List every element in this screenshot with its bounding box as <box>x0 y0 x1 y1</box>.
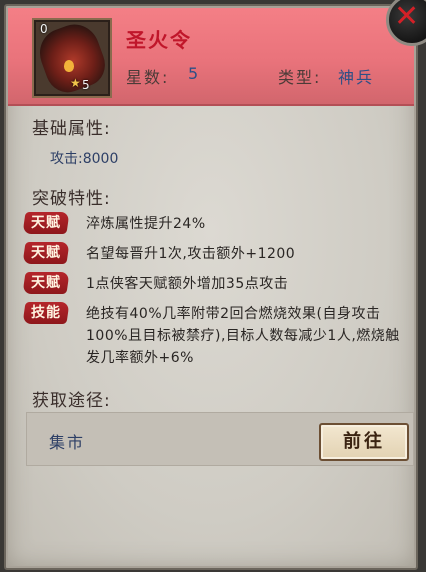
trait-text: 1点侠客天赋额外增加35点攻击 <box>86 276 289 292</box>
trait-tag: 天赋 <box>22 242 70 264</box>
attack-label: 攻击: <box>50 151 83 167</box>
item-name: 圣火令 <box>126 28 192 52</box>
item-detail-panel: 0 ★ 5 圣火令 星数: 5 类型: 神兵 基础属性: 攻击:8000 突破特… <box>4 4 418 570</box>
source-title: 获取途径: <box>32 391 111 411</box>
trait-tag: 技能 <box>22 302 70 324</box>
star-icon: ★ <box>70 76 81 90</box>
item-count: 0 <box>40 22 48 36</box>
source-row: 集市 前往 <box>26 412 414 466</box>
source-name: 集市 <box>49 433 86 452</box>
go-button[interactable]: 前往 <box>319 423 409 461</box>
item-header: 0 ★ 5 圣火令 星数: 5 类型: 神兵 <box>8 8 414 106</box>
trait-tag: 天赋 <box>22 272 70 294</box>
flame-icon <box>64 60 74 72</box>
trait-item: 天赋 淬炼属性提升24% <box>22 212 404 236</box>
breakthrough-title: 突破特性: <box>32 189 111 209</box>
trait-item: 天赋 1点侠客天赋额外增加35点攻击 <box>22 272 404 296</box>
trait-item: 天赋 名望每晋升1次,攻击额外+1200 <box>22 242 404 266</box>
close-icon: ✕ <box>394 0 420 34</box>
item-star-count: 5 <box>82 78 90 92</box>
star-label: 星数: <box>126 68 170 87</box>
trait-text: 绝技有40%几率附带2回合燃烧效果(自身攻击100%且目标被禁疗),目标人数每减… <box>86 306 400 366</box>
trait-item: 技能 绝技有40%几率附带2回合燃烧效果(自身攻击100%且目标被禁疗),目标人… <box>22 302 404 372</box>
trait-text: 淬炼属性提升24% <box>86 216 206 232</box>
base-attributes-title: 基础属性: <box>32 119 111 139</box>
attack-value: 8000 <box>82 151 119 167</box>
star-value: 5 <box>188 64 201 83</box>
trait-tag: 天赋 <box>22 212 70 234</box>
attack-attribute: 攻击:8000 <box>50 148 118 168</box>
type-label: 类型: <box>278 68 322 87</box>
trait-text: 名望每晋升1次,攻击额外+1200 <box>86 246 296 262</box>
item-icon: 0 ★ 5 <box>32 18 112 98</box>
type-value: 神兵 <box>338 68 375 87</box>
